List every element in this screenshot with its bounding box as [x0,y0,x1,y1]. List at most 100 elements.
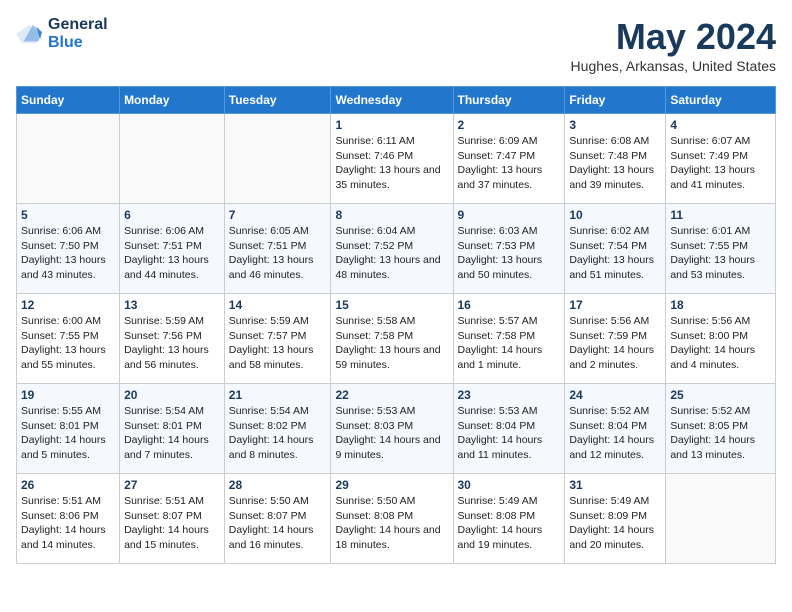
day-number: 11 [670,208,771,222]
col-saturday: Saturday [666,87,776,114]
week-row-4: 26 Sunrise: 5:51 AM Sunset: 8:06 PM Dayli… [17,474,776,564]
day-info: Sunrise: 6:05 AM Sunset: 7:51 PM Dayligh… [229,224,327,283]
day-number: 6 [124,208,220,222]
day-info: Sunrise: 5:49 AM Sunset: 8:09 PM Dayligh… [569,494,661,553]
day-info: Sunrise: 5:51 AM Sunset: 8:06 PM Dayligh… [21,494,115,553]
table-row [666,474,776,564]
day-number: 25 [670,388,771,402]
table-row: 14 Sunrise: 5:59 AM Sunset: 7:57 PM Dayli… [224,294,331,384]
day-number: 5 [21,208,115,222]
table-row: 17Sunrise: 5:56 AM Sunset: 7:59 PM Dayli… [565,294,666,384]
day-info: Sunrise: 5:53 AM Sunset: 8:04 PM Dayligh… [458,404,561,463]
day-number: 26 [21,478,115,492]
col-monday: Monday [120,87,225,114]
main-title: May 2024 [571,16,776,58]
logo-icon [16,23,44,45]
table-row: 29Sunrise: 5:50 AM Sunset: 8:08 PM Dayli… [331,474,453,564]
day-number: 24 [569,388,661,402]
table-row: 25 Sunrise: 5:52 AM Sunset: 8:05 PM Dayli… [666,384,776,474]
table-row: 23 Sunrise: 5:53 AM Sunset: 8:04 PM Dayli… [453,384,565,474]
table-row: 9Sunrise: 6:03 AM Sunset: 7:53 PM Daylig… [453,204,565,294]
table-row: 1 Sunrise: 6:11 AM Sunset: 7:46 PM Daylig… [331,114,453,204]
table-row: 8 Sunrise: 6:04 AM Sunset: 7:52 PM Daylig… [331,204,453,294]
day-number: 1 [335,118,448,132]
table-row: 21Sunrise: 5:54 AM Sunset: 8:02 PM Dayli… [224,384,331,474]
day-number: 3 [569,118,661,132]
logo-general: General [48,16,108,33]
table-row: 28 Sunrise: 5:50 AM Sunset: 8:07 PM Dayli… [224,474,331,564]
day-info: Sunrise: 5:52 AM Sunset: 8:04 PM Dayligh… [569,404,661,463]
table-row: 30 Sunrise: 5:49 AM Sunset: 8:08 PM Dayli… [453,474,565,564]
day-number: 23 [458,388,561,402]
table-row: 26 Sunrise: 5:51 AM Sunset: 8:06 PM Dayli… [17,474,120,564]
day-number: 22 [335,388,448,402]
day-number: 16 [458,298,561,312]
day-info: Sunrise: 6:02 AM Sunset: 7:54 PM Dayligh… [569,224,661,283]
day-info: Sunrise: 6:06 AM Sunset: 7:50 PM Dayligh… [21,224,115,283]
col-tuesday: Tuesday [224,87,331,114]
table-row: 19Sunrise: 5:55 AM Sunset: 8:01 PM Dayli… [17,384,120,474]
week-row-3: 19Sunrise: 5:55 AM Sunset: 8:01 PM Dayli… [17,384,776,474]
table-row [224,114,331,204]
table-row: 12Sunrise: 6:00 AM Sunset: 7:55 PM Dayli… [17,294,120,384]
day-info: Sunrise: 6:09 AM Sunset: 7:47 PM Dayligh… [458,134,561,193]
day-info: Sunrise: 5:59 AM Sunset: 7:57 PM Dayligh… [229,314,327,373]
day-info: Sunrise: 5:53 AM Sunset: 8:03 PM Dayligh… [335,404,448,463]
table-row: 10Sunrise: 6:02 AM Sunset: 7:54 PM Dayli… [565,204,666,294]
subtitle: Hughes, Arkansas, United States [571,58,776,74]
col-friday: Friday [565,87,666,114]
logo-blue: Blue [48,34,83,51]
table-row: 20Sunrise: 5:54 AM Sunset: 8:01 PM Dayli… [120,384,225,474]
table-row: 5 Sunrise: 6:06 AM Sunset: 7:50 PM Daylig… [17,204,120,294]
day-info: Sunrise: 5:59 AM Sunset: 7:56 PM Dayligh… [124,314,220,373]
day-info: Sunrise: 5:51 AM Sunset: 8:07 PM Dayligh… [124,494,220,553]
table-row: 16Sunrise: 5:57 AM Sunset: 7:58 PM Dayli… [453,294,565,384]
day-number: 27 [124,478,220,492]
calendar-table: Sunday Monday Tuesday Wednesday Thursday… [16,86,776,564]
day-info: Sunrise: 6:08 AM Sunset: 7:48 PM Dayligh… [569,134,661,193]
col-sunday: Sunday [17,87,120,114]
day-number: 8 [335,208,448,222]
table-row [17,114,120,204]
day-info: Sunrise: 6:01 AM Sunset: 7:55 PM Dayligh… [670,224,771,283]
table-row: 6Sunrise: 6:06 AM Sunset: 7:51 PM Daylig… [120,204,225,294]
day-info: Sunrise: 5:52 AM Sunset: 8:05 PM Dayligh… [670,404,771,463]
table-row: 22 Sunrise: 5:53 AM Sunset: 8:03 PM Dayli… [331,384,453,474]
week-row-2: 12Sunrise: 6:00 AM Sunset: 7:55 PM Dayli… [17,294,776,384]
day-info: Sunrise: 6:04 AM Sunset: 7:52 PM Dayligh… [335,224,448,283]
day-info: Sunrise: 5:58 AM Sunset: 7:58 PM Dayligh… [335,314,448,373]
day-info: Sunrise: 6:00 AM Sunset: 7:55 PM Dayligh… [21,314,115,373]
table-row: 13 Sunrise: 5:59 AM Sunset: 7:56 PM Dayli… [120,294,225,384]
day-info: Sunrise: 6:11 AM Sunset: 7:46 PM Dayligh… [335,134,448,193]
col-thursday: Thursday [453,87,565,114]
day-number: 30 [458,478,561,492]
day-number: 28 [229,478,327,492]
header-row: Sunday Monday Tuesday Wednesday Thursday… [17,87,776,114]
day-info: Sunrise: 5:50 AM Sunset: 8:08 PM Dayligh… [335,494,448,553]
day-info: Sunrise: 5:49 AM Sunset: 8:08 PM Dayligh… [458,494,561,553]
day-number: 2 [458,118,561,132]
table-row: 31 Sunrise: 5:49 AM Sunset: 8:09 PM Dayli… [565,474,666,564]
header: General Blue May 2024 Hughes, Arkansas, … [16,16,776,74]
table-row: 2 Sunrise: 6:09 AM Sunset: 7:47 PM Daylig… [453,114,565,204]
day-info: Sunrise: 5:55 AM Sunset: 8:01 PM Dayligh… [21,404,115,463]
day-number: 21 [229,388,327,402]
day-number: 18 [670,298,771,312]
day-number: 4 [670,118,771,132]
day-number: 31 [569,478,661,492]
table-row: 3 Sunrise: 6:08 AM Sunset: 7:48 PM Daylig… [565,114,666,204]
day-info: Sunrise: 5:56 AM Sunset: 8:00 PM Dayligh… [670,314,771,373]
day-number: 20 [124,388,220,402]
logo: General Blue [16,16,108,52]
table-row: 15 Sunrise: 5:58 AM Sunset: 7:58 PM Dayli… [331,294,453,384]
day-number: 15 [335,298,448,312]
day-info: Sunrise: 5:50 AM Sunset: 8:07 PM Dayligh… [229,494,327,553]
table-row: 18 Sunrise: 5:56 AM Sunset: 8:00 PM Dayli… [666,294,776,384]
day-number: 7 [229,208,327,222]
calendar-body: 1 Sunrise: 6:11 AM Sunset: 7:46 PM Daylig… [17,114,776,564]
calendar-header: Sunday Monday Tuesday Wednesday Thursday… [17,87,776,114]
week-row-1: 5 Sunrise: 6:06 AM Sunset: 7:50 PM Daylig… [17,204,776,294]
day-number: 14 [229,298,327,312]
week-row-0: 1 Sunrise: 6:11 AM Sunset: 7:46 PM Daylig… [17,114,776,204]
day-number: 13 [124,298,220,312]
